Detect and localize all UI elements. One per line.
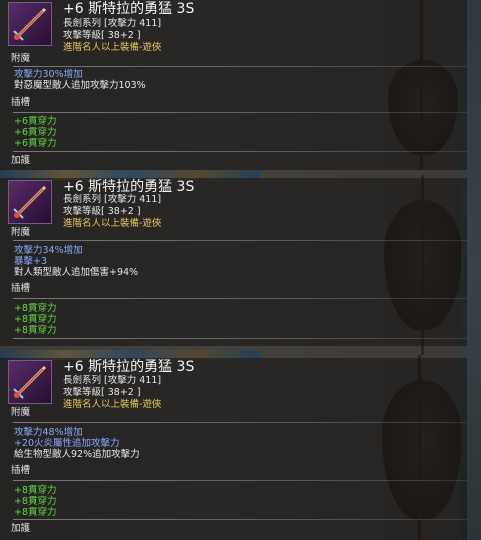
sword-icon (8, 2, 52, 46)
divider (13, 240, 467, 241)
item-tooltip: +6 斯特拉的勇猛 3S 長劍系列 [攻擊力 411] 攻擊等級[ 38+2 ]… (0, 0, 467, 170)
enchant-stat: +20火炎屬性追加攻擊力 (14, 438, 120, 449)
enchant-stat: 攻擊力48%增加 (14, 427, 83, 438)
item-tooltip: +6 斯特拉的勇猛 3S 長劍系列 [攻擊力 411] 攻擊等級[ 38+2 ]… (0, 178, 467, 346)
socket-label: 插槽 (11, 465, 31, 476)
divider (13, 66, 467, 67)
item-title: +6 斯特拉的勇猛 3S (63, 359, 195, 375)
enchant-stat: 對人類型敵人追加傷害+94% (14, 267, 139, 278)
enchant-stat: 給生物型敵人92%追加攻擊力 (14, 449, 140, 460)
divider (13, 298, 467, 299)
divider (13, 480, 467, 481)
divider (13, 112, 467, 113)
enchant-label: 附魔 (11, 407, 31, 418)
sword-icon (8, 360, 52, 404)
item-title: +6 斯特拉的勇猛 3S (63, 1, 195, 17)
enchant-label: 附魔 (11, 227, 31, 238)
socket-label: 插槽 (11, 283, 31, 294)
socket-stat: +8貫穿力 (14, 325, 57, 336)
equip-requirement: 進階名人以上裝備-遊俠 (63, 218, 162, 229)
socket-stat: +6貫穿力 (14, 138, 57, 149)
equip-requirement: 進階名人以上裝備-遊俠 (63, 399, 162, 410)
divider (13, 519, 467, 520)
divider (13, 422, 467, 423)
socket-stat: +6貫穿力 (14, 127, 57, 138)
equip-requirement: 進階名人以上裝備-遊俠 (63, 42, 162, 53)
item-type: 長劍系列 [攻擊力 411] (63, 194, 162, 205)
socket-stat: +8貫穿力 (14, 314, 57, 325)
item-title: +6 斯特拉的勇猛 3S (63, 179, 195, 195)
sword-icon (8, 180, 52, 224)
socket-stat: +8貫穿力 (14, 496, 57, 507)
enchant-stat: 攻擊力30%增加 (14, 69, 83, 80)
socket-stat: +6貫穿力 (14, 116, 57, 127)
enchant-stat: 暴擊+3 (14, 256, 48, 267)
divider (13, 151, 467, 152)
item-type: 長劍系列 [攻擊力 411] (63, 18, 162, 29)
enchant-label: 附魔 (11, 53, 31, 64)
enchant-stat: 對惡魔型敵人追加攻擊力103% (14, 80, 146, 91)
blessing-label: 加護 (11, 155, 31, 166)
socket-stat: +8貫穿力 (14, 485, 57, 496)
item-tooltip: +6 斯特拉的勇猛 3S 長劍系列 [攻擊力 411] 攻擊等級[ 38+2 ]… (0, 358, 467, 540)
socket-stat: +8貫穿力 (14, 303, 57, 314)
blessing-label: 加護 (11, 523, 31, 534)
attack-level: 攻擊等級[ 38+2 ] (63, 206, 141, 217)
attack-level: 攻擊等級[ 38+2 ] (63, 30, 141, 41)
attack-level: 攻擊等級[ 38+2 ] (63, 387, 141, 398)
enchant-stat: 攻擊力34%增加 (14, 245, 83, 256)
socket-stat: +8貫穿力 (14, 507, 57, 518)
socket-label: 插槽 (11, 97, 31, 108)
item-type: 長劍系列 [攻擊力 411] (63, 375, 162, 386)
divider (13, 338, 467, 339)
